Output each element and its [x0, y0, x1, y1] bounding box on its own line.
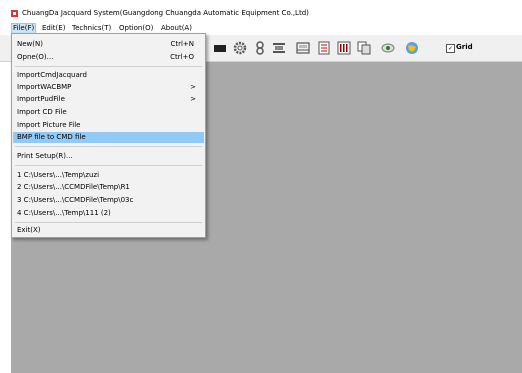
- menu-item-label: Print Setup(R)...: [17, 152, 73, 160]
- menu-item-label: ImportWACBMP: [17, 83, 72, 91]
- ring-stack-icon[interactable]: [253, 41, 267, 55]
- menu-item-label: 4 C:\Users\...\Temp\111 (2): [17, 209, 111, 217]
- menu-item-import-wac-bmp[interactable]: ImportWACBMP >: [13, 82, 204, 93]
- menu-technics[interactable]: Technics(T): [71, 24, 112, 33]
- gear-icon[interactable]: [233, 41, 247, 55]
- menu-item-label: BMP file to CMD file: [17, 133, 86, 141]
- menu-item-bmp-to-cmd[interactable]: BMP file to CMD file: [13, 132, 204, 143]
- menu-option[interactable]: Option(O): [118, 24, 154, 33]
- menu-item-label: Import Picture File: [17, 121, 81, 129]
- app-logo-icon: [11, 10, 18, 17]
- loom-icon[interactable]: [296, 41, 310, 55]
- submenu-arrow-icon: >: [190, 83, 196, 91]
- menu-item-import-picture-file[interactable]: Import Picture File: [13, 120, 204, 131]
- grid-label: Grid: [456, 43, 473, 51]
- menu-edit[interactable]: Edit(E): [41, 24, 66, 33]
- menu-item-label: New(N): [17, 40, 43, 48]
- menu-separator: [15, 222, 202, 223]
- globe-icon[interactable]: [405, 41, 419, 55]
- menu-item-label: Opne(O)...: [17, 53, 54, 61]
- menu-item-label: 3 C:\Users\...\CCMDFile\Temp\03c: [17, 196, 134, 204]
- black-bar-icon[interactable]: [213, 41, 227, 55]
- menu-separator: [15, 165, 202, 166]
- menu-item-print-setup[interactable]: Print Setup(R)...: [13, 151, 204, 162]
- menu-item-label: ImportPudFile: [17, 95, 65, 103]
- title-bar: ChuangDa Jacquard System(Guangdong Chuan…: [0, 0, 522, 22]
- file-menu-dropdown: New(N) Ctrl+N Opne(O)... Ctrl+O ImportCm…: [11, 33, 206, 238]
- menu-item-shortcut: Ctrl+N: [170, 40, 194, 48]
- menu-item-recent-2[interactable]: 2 C:\Users\...\CCMDFile\Temp\R1: [13, 182, 204, 193]
- menu-item-exit[interactable]: Exit(X): [13, 225, 204, 236]
- menu-item-label: Exit(X): [17, 226, 41, 234]
- menu-about[interactable]: About(A): [160, 24, 193, 33]
- menu-item-import-cd-file[interactable]: Import CD File: [13, 107, 204, 118]
- eye-icon[interactable]: [381, 41, 395, 55]
- menu-item-label: 1 C:\Users\...\Temp\zuzi: [17, 171, 100, 179]
- menu-bar: File(F) Edit(E) Technics(T) Option(O) Ab…: [0, 22, 522, 34]
- menu-separator: [15, 146, 202, 147]
- menu-item-recent-4[interactable]: 4 C:\Users\...\Temp\111 (2): [13, 208, 204, 219]
- menu-item-label: Import CD File: [17, 108, 67, 116]
- menu-item-label: 2 C:\Users\...\CCMDFile\Temp\R1: [17, 183, 130, 191]
- submenu-arrow-icon: >: [190, 95, 196, 103]
- barcode-icon[interactable]: [337, 41, 351, 55]
- copy-icon[interactable]: [357, 41, 371, 55]
- menu-item-import-cmd-jacquard[interactable]: ImportCmdJacquard: [13, 70, 204, 81]
- window-title: ChuangDa Jacquard System(Guangdong Chuan…: [22, 9, 309, 17]
- grid-checkbox[interactable]: ✓: [446, 44, 455, 53]
- menu-item-recent-3[interactable]: 3 C:\Users\...\CCMDFile\Temp\03c: [13, 195, 204, 206]
- menu-item-import-pud-file[interactable]: ImportPudFile >: [13, 94, 204, 105]
- menu-item-label: ImportCmdJacquard: [17, 71, 87, 79]
- list-icon[interactable]: [317, 41, 331, 55]
- spool-icon[interactable]: [272, 41, 286, 55]
- menu-separator: [15, 66, 202, 67]
- menu-item-shortcut: Ctrl+O: [170, 53, 194, 61]
- menu-item-new[interactable]: New(N) Ctrl+N: [13, 39, 204, 50]
- menu-item-recent-1[interactable]: 1 C:\Users\...\Temp\zuzi: [13, 170, 204, 181]
- menu-item-open[interactable]: Opne(O)... Ctrl+O: [13, 52, 204, 63]
